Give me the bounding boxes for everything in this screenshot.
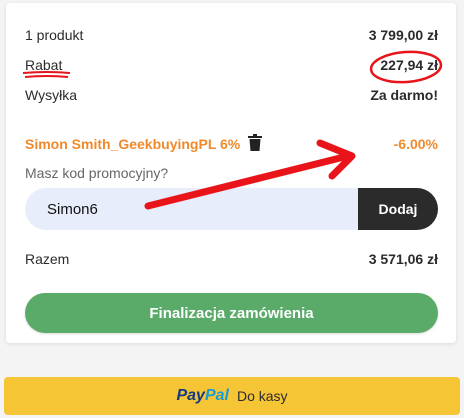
products-label: 1 produkt <box>25 27 84 43</box>
coupon-name: Simon Smith_GeekbuyingPL 6% <box>25 136 241 152</box>
total-value: 3 571,06 zł <box>368 251 438 267</box>
shipping-row: Wysyłka Za darmo! <box>25 87 438 103</box>
paypal-logo: PayPal <box>176 387 228 405</box>
paypal-label: Do kasy <box>236 388 288 404</box>
paypal-logo-pal: Pal <box>204 387 229 404</box>
products-row: 1 produkt 3 799,00 zł <box>25 27 438 43</box>
underline-annotation <box>22 71 71 78</box>
promo-code-form: Dodaj <box>25 188 438 230</box>
coupon-percent: -6.00% <box>393 136 438 152</box>
promo-code-input[interactable] <box>25 188 358 230</box>
applied-coupon-row: Simon Smith_GeekbuyingPL 6% -6.00% <box>25 134 438 154</box>
paypal-logo-pay: Pay <box>176 387 205 404</box>
apply-code-button[interactable]: Dodaj <box>358 188 438 230</box>
promo-code-label: Masz kod promocyjny? <box>25 165 169 181</box>
checkout-button[interactable]: Finalizacja zamówienia <box>25 293 438 333</box>
products-value: 3 799,00 zł <box>368 27 438 43</box>
total-label: Razem <box>25 251 70 267</box>
total-row: Razem 3 571,06 zł <box>25 251 438 267</box>
coupon-info: Simon Smith_GeekbuyingPL 6% <box>25 134 263 154</box>
shipping-value: Za darmo! <box>370 87 438 103</box>
circle-annotation <box>369 50 443 84</box>
shipping-label: Wysyłka <box>25 87 77 103</box>
paypal-checkout-button[interactable]: PayPal Do kasy <box>4 377 460 415</box>
trash-icon[interactable] <box>248 134 263 154</box>
